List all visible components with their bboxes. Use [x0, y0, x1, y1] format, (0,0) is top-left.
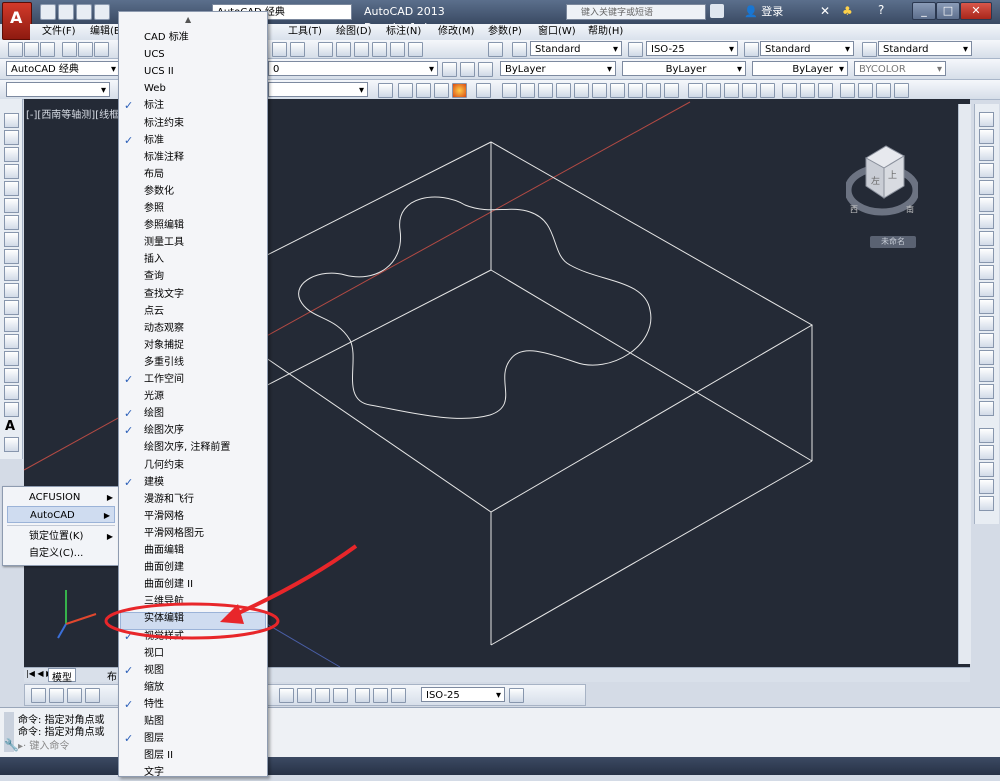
menu-item-autocad[interactable]: AutoCAD ▶ — [7, 506, 115, 523]
toolbar-menu-item[interactable]: 绘图次序, 注释前置 — [144, 439, 230, 456]
checkmark-icon: ✓ — [124, 476, 134, 489]
toolbar-menu-item[interactable]: 缩放 — [144, 679, 164, 696]
toolbar-menu-item[interactable]: Web — [144, 80, 166, 97]
toolbar-menu-item[interactable]: CAD 标准 — [144, 29, 189, 46]
toolbar-menu-item[interactable]: 平滑网格图元 — [144, 525, 204, 542]
submenu-arrow-icon: ▶ — [103, 511, 110, 520]
toolbar-menu-item[interactable]: 参照 — [144, 200, 164, 217]
checkmark-icon: ✓ — [124, 664, 134, 677]
toolbar-menu-item[interactable]: 平滑网格 — [144, 508, 184, 525]
toolbar-menu-item[interactable]: 插入 — [144, 251, 164, 268]
toolbar-menu-item[interactable]: 动态观察 — [144, 320, 184, 337]
toolbar-menu-item[interactable]: 绘图次序 — [144, 422, 184, 439]
toolbar-menu-item[interactable]: 曲面创建 II — [144, 576, 193, 593]
menu-item-customize[interactable]: 自定义(C)... — [29, 545, 117, 562]
toolbar-menu-item[interactable]: 实体编辑 — [144, 610, 184, 627]
tolerance-icon[interactable] — [279, 688, 294, 703]
toolbar-menu-item[interactable]: 漫游和飞行 — [144, 491, 194, 508]
ucs-icon — [57, 590, 97, 639]
command-input-placeholder: 键入命令 — [29, 741, 70, 752]
submenu-arrow-icon: ▶ — [106, 532, 113, 541]
cube-face-top[interactable]: 上 — [888, 168, 897, 181]
toolbar-menu-item[interactable]: 三维导航 — [144, 593, 184, 610]
toolbar-menu-item[interactable]: 视觉样式 — [144, 628, 184, 645]
menu-item-lock-position[interactable]: 锁定位置(K) ▶ — [29, 528, 117, 545]
checkmark-icon: ✓ — [124, 99, 134, 112]
toolbar-menu-item[interactable]: 标准 — [144, 132, 164, 149]
toolbar-menu-item[interactable]: 曲面编辑 — [144, 542, 184, 559]
aligned-dim-icon[interactable] — [49, 688, 64, 703]
submenu-arrow-icon: ▶ — [106, 493, 113, 502]
toolbar-menu-item[interactable]: 查询 — [144, 268, 164, 285]
toolbar-menu-item[interactable]: 标准注释 — [144, 149, 184, 166]
toolbar-menu-item[interactable]: 参数化 — [144, 183, 174, 200]
checkmark-icon: ✓ — [124, 134, 134, 147]
toolbar-menu-item[interactable]: 查找文字 — [144, 286, 184, 303]
toolbar-menu-item[interactable]: 标注 — [144, 97, 164, 114]
toolbar-menu-item[interactable]: 测量工具 — [144, 234, 184, 251]
toolbar-context-menu: ACFUSION ▶ AutoCAD ▶ 锁定位置(K) ▶ 自定义(C)... — [2, 486, 122, 566]
dim-style-select-bottom[interactable]: ISO-25 — [421, 687, 505, 703]
menu-item-label: ACFUSION — [29, 492, 81, 503]
menu-item-label: 自定义(C)... — [29, 548, 84, 559]
menu-item-label: AutoCAD — [30, 510, 75, 521]
inspect-icon[interactable] — [315, 688, 330, 703]
jogged-linear-icon[interactable] — [333, 688, 348, 703]
toolbar-menu-item[interactable]: 图层 — [144, 730, 164, 747]
toolbar-menu-item[interactable]: 光源 — [144, 388, 164, 405]
ordinate-icon[interactable] — [85, 688, 100, 703]
menu-item-acfusion[interactable]: ACFUSION ▶ — [29, 489, 117, 506]
toolbar-menu-item[interactable]: 图层 II — [144, 747, 173, 764]
dimension-toolbar: ISO-25 — [24, 684, 586, 706]
checkmark-icon: ✓ — [124, 373, 134, 386]
compass-west[interactable]: 西 — [850, 204, 858, 215]
toolbar-menu-item[interactable]: 参照编辑 — [144, 217, 184, 234]
toolbar-menu-item[interactable]: 视口 — [144, 645, 164, 662]
command-history-line: 命令: 指定对角点或 — [18, 727, 105, 738]
toolbar-menu-item[interactable]: UCS — [144, 46, 165, 63]
center-mark-icon[interactable] — [297, 688, 312, 703]
toolbar-menu-item[interactable]: 布局 — [144, 166, 164, 183]
tab-model[interactable]: 模型 — [48, 668, 76, 684]
vertical-scrollbar[interactable] — [958, 104, 971, 664]
cube-face-left[interactable]: 左 — [871, 174, 880, 187]
compass-south[interactable]: 南 — [906, 204, 914, 215]
checkmark-icon: ✓ — [124, 732, 134, 745]
toolbar-menu-item[interactable]: 对象捕捉 — [144, 337, 184, 354]
toolbar-menu-item[interactable]: 曲面创建 — [144, 559, 184, 576]
checkmark-icon: ✓ — [124, 407, 134, 420]
toolbar-menu-item[interactable]: 绘图 — [144, 405, 164, 422]
toolbar-menu-item[interactable]: 建模 — [144, 474, 164, 491]
menu-item-label: 锁定位置(K) — [29, 531, 84, 542]
command-prompt-icon: ▸· — [18, 741, 27, 752]
checkmark-icon: ✓ — [124, 424, 134, 437]
toolbar-menu-item[interactable]: 多重引线 — [144, 354, 184, 371]
toolbar-menu-item[interactable]: 标注约束 — [144, 115, 184, 132]
ucs-menu[interactable]: 未命名 — [870, 236, 916, 248]
scroll-up-icon[interactable]: ▲ — [185, 15, 191, 24]
toolbar-menu-item[interactable]: 文字 — [144, 764, 164, 781]
menu-separator — [7, 525, 115, 526]
checkmark-icon: ✓ — [124, 630, 134, 643]
toolbar-menu-item[interactable]: UCS II — [144, 63, 174, 80]
checkmark-icon: ✓ — [124, 698, 134, 711]
dimtedit-icon[interactable] — [373, 688, 388, 703]
toolbars-submenu: ▲ — [118, 11, 268, 777]
dim-update-icon[interactable] — [391, 688, 406, 703]
menu-item-highlight — [120, 612, 266, 630]
toolbar-menu-item[interactable]: 点云 — [144, 303, 164, 320]
linear-dim-icon[interactable] — [31, 688, 46, 703]
toolbar-menu-item[interactable]: 特性 — [144, 696, 164, 713]
toolbar-menu-item[interactable]: 工作空间 — [144, 371, 184, 388]
view-cube[interactable]: 上 左 西 南 — [844, 132, 920, 224]
toolbar-menu-item[interactable]: 几何约束 — [144, 457, 184, 474]
dimedit-icon[interactable] — [355, 688, 370, 703]
toolbar-menu-item[interactable]: 贴图 — [144, 713, 164, 730]
wrench-icon[interactable]: 🔧 — [4, 738, 19, 752]
toolbar-menu-item[interactable]: 视图 — [144, 662, 164, 679]
arc-length-icon[interactable] — [67, 688, 82, 703]
dim-style-manager-icon[interactable] — [509, 688, 524, 703]
